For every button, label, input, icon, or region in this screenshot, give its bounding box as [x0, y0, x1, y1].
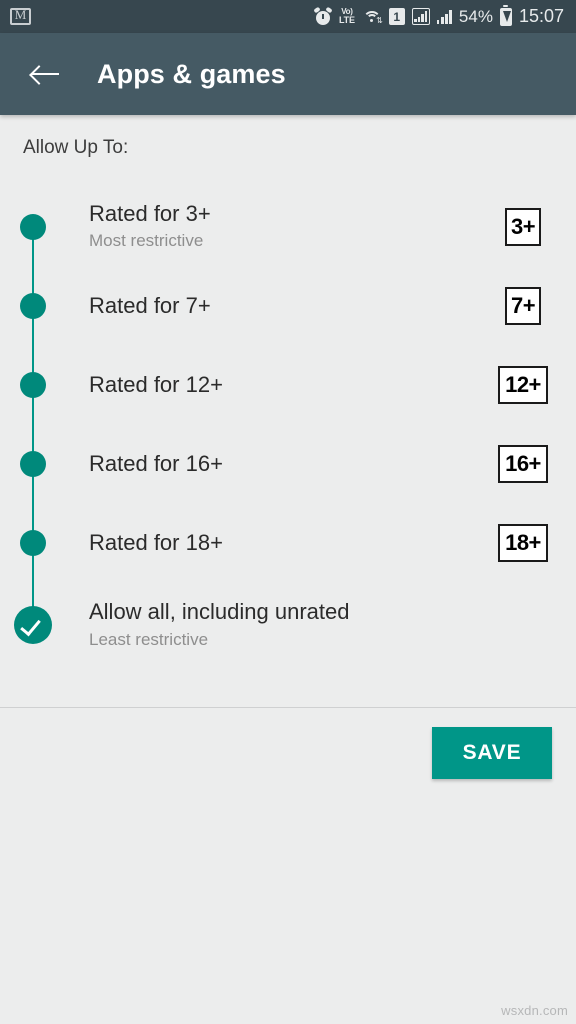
back-button[interactable]	[22, 51, 68, 97]
battery-charging-icon	[499, 4, 512, 26]
signal-icon	[436, 9, 452, 24]
signal-boxed-icon	[411, 8, 430, 25]
dot-icon	[20, 292, 46, 319]
phone-screen: Vo) LTE ⇅ 1 54% 15:07 Apps & games	[0, 0, 576, 1024]
footer-bar: SAVE	[0, 708, 576, 798]
age-rating-badge: 12+	[498, 365, 548, 404]
content-area: Allow Up To: Rated for 3+ Most restrictiv…	[0, 115, 576, 690]
sim-card-icon: 1	[388, 8, 405, 25]
rating-title: Rated for 7+	[89, 292, 211, 318]
rating-badge-cell: 7+	[480, 286, 576, 325]
alarm-icon	[313, 6, 333, 25]
dot-icon	[20, 371, 46, 398]
rating-labels: Rated for 18+	[66, 529, 480, 557]
rating-badge-cell: 16+	[480, 444, 576, 483]
volte-bottom-label: LTE	[339, 15, 355, 25]
rating-labels: Rated for 12+	[66, 371, 480, 399]
gmail-icon	[10, 6, 31, 25]
rating-options-list: Rated for 3+ Most restrictive 3+ Rated for …	[0, 187, 576, 690]
dot-icon	[20, 529, 46, 556]
check-circle-icon	[14, 606, 52, 644]
rating-subtitle: Most restrictive	[89, 231, 204, 251]
rating-title: Rated for 12+	[89, 371, 223, 397]
rating-option-row[interactable]: Rated for 16+ 16+	[0, 424, 576, 503]
arrow-back-icon	[31, 64, 59, 84]
rating-option-row[interactable]: Rated for 18+ 18+	[0, 503, 576, 582]
rating-option-row[interactable]: Rated for 12+ 12+	[0, 345, 576, 424]
rating-marker-cell[interactable]	[0, 450, 66, 477]
status-bar-system-icons: Vo) LTE ⇅ 1 54% 15:07	[313, 4, 564, 27]
rating-labels: Rated for 16+	[66, 450, 480, 478]
rating-subtitle: Least restrictive	[89, 629, 209, 649]
rating-badge-cell: 3+	[480, 207, 576, 246]
volte-icon: Vo) LTE	[339, 8, 355, 25]
dot-icon	[20, 213, 46, 240]
age-rating-badge: 3+	[504, 207, 542, 246]
rating-labels: Rated for 7+	[66, 292, 480, 320]
rating-labels: Rated for 3+ Most restrictive	[66, 200, 480, 253]
app-bar: Apps & games	[0, 33, 576, 115]
rating-title: Rated for 3+	[89, 200, 211, 226]
battery-percent-label: 54%	[458, 6, 493, 26]
rating-marker-cell[interactable]	[0, 606, 66, 644]
page-title: Apps & games	[97, 58, 286, 89]
rating-option-row[interactable]: Rated for 7+ 7+	[0, 266, 576, 345]
rating-labels: Allow all, including unrated Least restri…	[66, 598, 480, 651]
rating-title: Rated for 18+	[89, 529, 223, 555]
rating-marker-cell[interactable]	[0, 371, 66, 398]
rating-badge-cell: 18+	[480, 523, 576, 562]
wifi-icon: ⇅	[362, 9, 383, 25]
status-bar-notifications	[10, 6, 31, 25]
rating-badge-cell: 12+	[480, 365, 576, 404]
rating-title: Rated for 16+	[89, 450, 223, 476]
rating-option-row[interactable]: Rated for 3+ Most restrictive 3+	[0, 187, 576, 266]
section-label: Allow Up To:	[23, 137, 129, 158]
save-button[interactable]: SAVE	[432, 727, 552, 779]
rating-marker-cell[interactable]	[0, 529, 66, 556]
rating-option-row[interactable]: Allow all, including unrated Least restri…	[0, 582, 576, 668]
age-rating-badge: 7+	[504, 286, 542, 325]
age-rating-badge: 18+	[498, 523, 548, 562]
watermark: wsxdn.com	[501, 1003, 568, 1018]
status-bar: Vo) LTE ⇅ 1 54% 15:07	[0, 0, 576, 33]
rating-marker-cell[interactable]	[0, 213, 66, 240]
rating-title: Allow all, including unrated	[89, 599, 350, 625]
age-rating-badge: 16+	[498, 444, 548, 483]
rating-marker-cell[interactable]	[0, 292, 66, 319]
dot-icon	[20, 450, 46, 477]
status-bar-clock: 15:07	[518, 6, 564, 26]
